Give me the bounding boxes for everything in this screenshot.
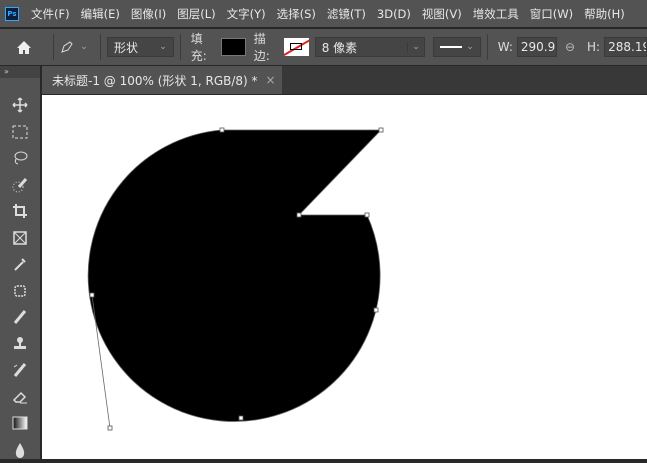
fill-label: 填充: (191, 30, 217, 64)
home-icon[interactable] (0, 40, 47, 55)
close-tab-icon[interactable]: × (266, 73, 276, 87)
quick-select-icon[interactable] (0, 172, 40, 199)
height-label: H: (587, 40, 600, 54)
canvas[interactable] (42, 95, 647, 459)
width-input[interactable]: 290.9 (517, 37, 557, 57)
menu-filter[interactable]: 滤镜(T) (327, 6, 366, 22)
menu-view[interactable]: 视图(V) (422, 6, 462, 22)
menu-help[interactable]: 帮助(H) (584, 6, 625, 22)
blur-icon[interactable] (0, 437, 40, 463)
brush-icon[interactable] (0, 304, 40, 331)
tools-panel: » (0, 66, 40, 459)
document-tabs: 未标题-1 @ 100% (形状 1, RGB/8) *× (42, 66, 647, 94)
width-label: W: (498, 40, 513, 54)
pen-icon (60, 40, 74, 54)
menu-plugins[interactable]: 增效工具 (473, 6, 519, 22)
menu-file[interactable]: 文件(F) (31, 6, 70, 22)
pie-shape (88, 130, 381, 421)
frame-icon[interactable] (0, 225, 40, 252)
menu-select[interactable]: 选择(S) (277, 6, 316, 22)
shape-layer[interactable] (42, 95, 647, 459)
eraser-icon[interactable] (0, 384, 40, 411)
height-input[interactable]: 288.19 (604, 37, 647, 57)
ps-logo: Ps (5, 7, 19, 21)
move-icon[interactable] (0, 92, 40, 119)
stroke-swatch[interactable] (284, 38, 309, 56)
menu-layer[interactable]: 图层(L) (177, 6, 215, 22)
lasso-icon[interactable] (0, 145, 40, 172)
stroke-type-select[interactable]: ⌄ (433, 37, 481, 57)
link-icon[interactable]: ⊖ (565, 40, 575, 54)
fill-swatch[interactable] (221, 38, 246, 56)
marquee-icon[interactable] (0, 119, 40, 146)
pen-tool-preset[interactable]: ⌄ (60, 40, 94, 54)
menu-edit[interactable]: 编辑(E) (81, 6, 120, 22)
options-bar: ⌄ 形状⌄ 填充: 描边: 8 像素⌄ ⌄ W: 290.9 ⊖ H: 288.… (0, 29, 647, 65)
menu-type[interactable]: 文字(Y) (227, 6, 266, 22)
history-brush-icon[interactable] (0, 357, 40, 384)
stroke-label: 描边: (254, 30, 280, 64)
stamp-icon[interactable] (0, 331, 40, 358)
tab-document[interactable]: 未标题-1 @ 100% (形状 1, RGB/8) *× (42, 66, 282, 94)
gradient-icon[interactable] (0, 410, 40, 437)
tool-mode-select[interactable]: 形状⌄ (107, 37, 174, 57)
eyedropper-icon[interactable] (0, 251, 40, 278)
stroke-width-input[interactable]: 8 像素⌄ (315, 37, 425, 57)
patch-icon[interactable] (0, 278, 40, 305)
collapse-icon[interactable]: » (0, 66, 40, 78)
menu-window[interactable]: 窗口(W) (530, 6, 573, 22)
crop-icon[interactable] (0, 198, 40, 225)
menu-3d[interactable]: 3D(D) (377, 7, 411, 21)
menu-image[interactable]: 图像(I) (131, 6, 166, 22)
menu-bar: Ps 文件(F) 编辑(E) 图像(I) 图层(L) 文字(Y) 选择(S) 滤… (0, 0, 647, 27)
